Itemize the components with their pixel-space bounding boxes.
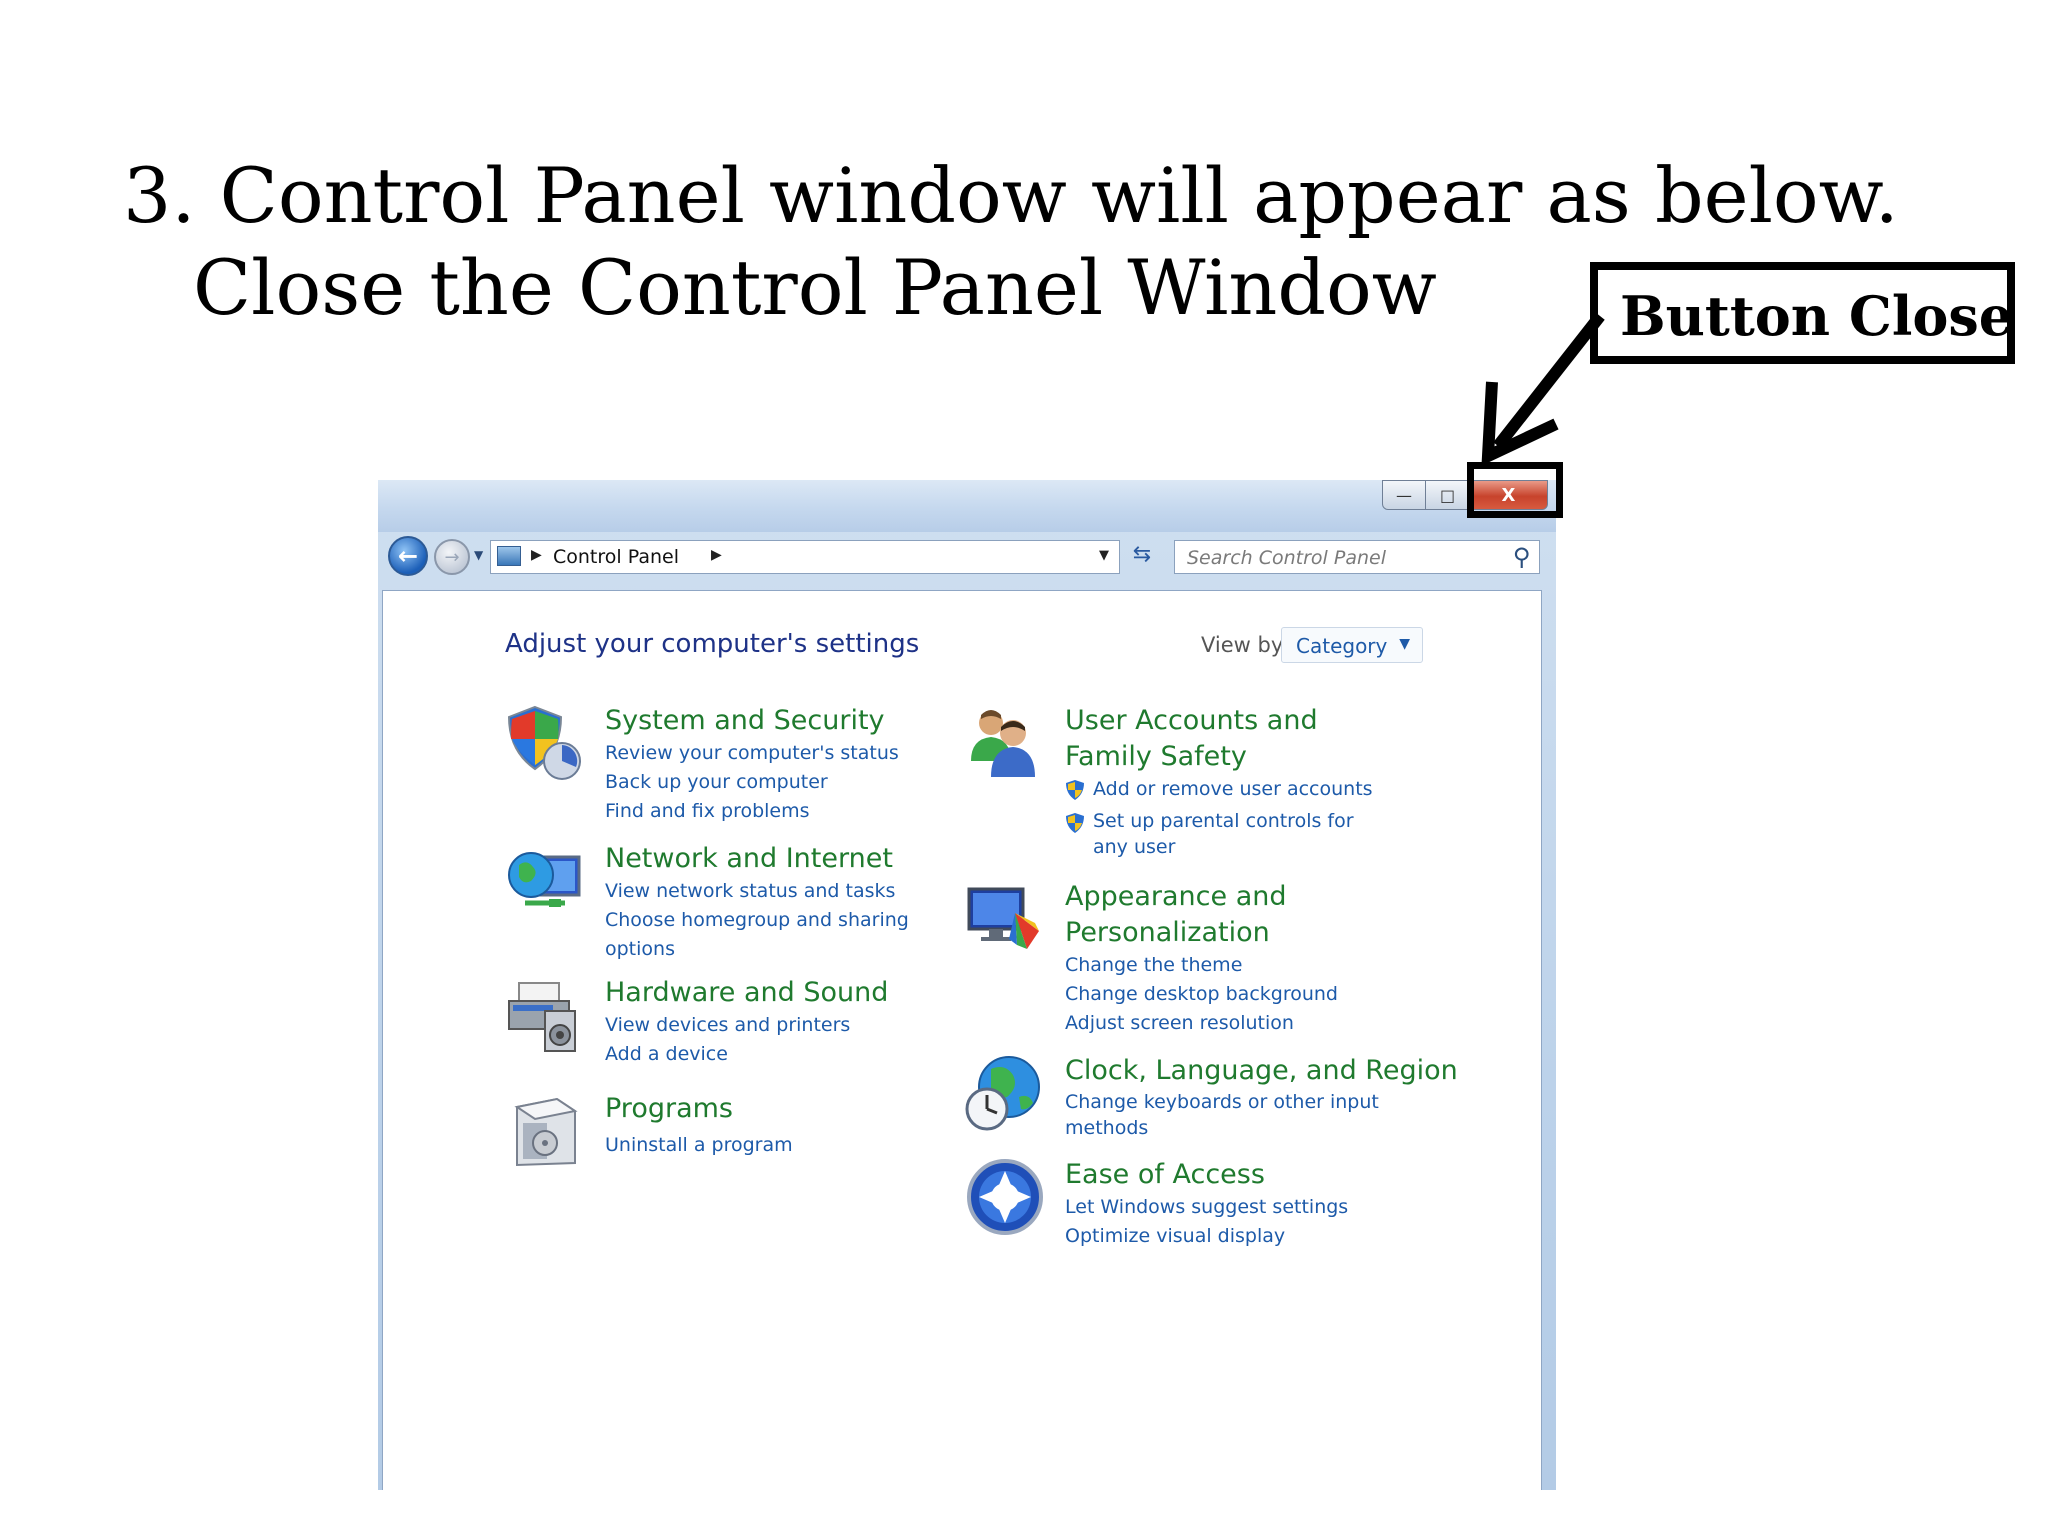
chevron-down-icon: ▼ bbox=[474, 548, 484, 562]
link-optimize-display[interactable]: Optimize visual display bbox=[1065, 1222, 1348, 1251]
category-title-network-internet[interactable]: Network and Internet bbox=[605, 841, 915, 877]
view-by-value: Category bbox=[1296, 634, 1388, 658]
breadcrumb-chevron-icon[interactable]: ▶ bbox=[711, 547, 722, 563]
search-box: ⚲ bbox=[1174, 540, 1540, 574]
page-title: Adjust your computer's settings bbox=[505, 629, 920, 659]
breadcrumb-separator-icon[interactable]: ▶ bbox=[531, 547, 542, 563]
uac-shield-icon bbox=[1066, 780, 1084, 800]
category-title-ease-of-access[interactable]: Ease of Access bbox=[1065, 1157, 1348, 1193]
link-desktop-background[interactable]: Change desktop background bbox=[1065, 980, 1338, 1009]
breadcrumb-control-panel[interactable]: Control Panel bbox=[553, 546, 679, 568]
link-parental-controls-text: Set up parental controls for any user bbox=[1093, 810, 1354, 858]
printer-speaker-icon bbox=[508, 982, 576, 1052]
navigation-bar: ← → ▼ ▶ Control Panel ▶ ▼ ⇆ ⚲ bbox=[378, 530, 1556, 576]
arrow-left-icon: ← bbox=[397, 542, 419, 570]
address-bar[interactable]: ▶ Control Panel ▶ ▼ bbox=[490, 540, 1120, 574]
link-uninstall-program[interactable]: Uninstall a program bbox=[605, 1131, 793, 1160]
forward-button[interactable]: → bbox=[434, 539, 470, 575]
globe-clock-icon bbox=[965, 1056, 1040, 1131]
link-windows-suggest[interactable]: Let Windows suggest settings bbox=[1065, 1193, 1348, 1222]
slide-title-line-1: 3. Control Panel window will appear as b… bbox=[123, 151, 1899, 240]
view-by-dropdown[interactable]: Category ▼ bbox=[1281, 627, 1423, 663]
maximize-button[interactable]: □ bbox=[1426, 480, 1470, 510]
back-button[interactable]: ← bbox=[388, 536, 428, 576]
title-bar[interactable]: — □ X bbox=[378, 480, 1556, 532]
link-change-theme[interactable]: Change the theme bbox=[1065, 951, 1338, 980]
category-title-programs[interactable]: Programs bbox=[605, 1091, 793, 1127]
users-icon bbox=[971, 710, 1035, 777]
search-icon[interactable]: ⚲ bbox=[1513, 543, 1531, 571]
link-change-keyboards[interactable]: Change keyboards or other input methods bbox=[1065, 1089, 1385, 1141]
control-panel-icon bbox=[497, 546, 521, 566]
chevron-down-icon: ▼ bbox=[1399, 636, 1410, 652]
link-parental-controls[interactable]: Set up parental controls for any user bbox=[1065, 808, 1393, 860]
minimize-button[interactable]: — bbox=[1382, 480, 1426, 510]
category-title-hardware-sound[interactable]: Hardware and Sound bbox=[605, 975, 888, 1011]
search-input[interactable] bbox=[1185, 545, 1489, 571]
arrow-right-icon: → bbox=[444, 546, 460, 568]
category-title-user-accounts[interactable]: User Accounts and Family Safety bbox=[1065, 703, 1385, 775]
button-close-callout: Button Close bbox=[1590, 262, 2015, 364]
maximize-icon: □ bbox=[1439, 485, 1456, 505]
programs-box-icon bbox=[514, 1097, 578, 1167]
control-panel-window: — □ X ← → ▼ ▶ Control Panel ▶ ▼ ⇆ ⚲ Adju… bbox=[378, 480, 1556, 1490]
link-fix-problems[interactable]: Find and fix problems bbox=[605, 797, 899, 826]
shield-icon bbox=[507, 705, 581, 780]
link-network-status[interactable]: View network status and tasks bbox=[605, 877, 915, 906]
refresh-icon: ⇆ bbox=[1132, 542, 1152, 567]
link-add-device[interactable]: Add a device bbox=[605, 1040, 888, 1069]
callout-label: Button Close bbox=[1620, 284, 2014, 348]
link-backup[interactable]: Back up your computer bbox=[605, 768, 899, 797]
content-pane: Adjust your computer's settings View by:… bbox=[382, 590, 1542, 1490]
ease-of-access-icon bbox=[967, 1159, 1043, 1235]
minimize-icon: — bbox=[1396, 485, 1412, 505]
close-button-highlight bbox=[1467, 462, 1563, 518]
address-dropdown-icon[interactable]: ▼ bbox=[1099, 548, 1109, 563]
refresh-button[interactable]: ⇆ bbox=[1126, 542, 1158, 572]
category-title-clock-language[interactable]: Clock, Language, and Region bbox=[1065, 1053, 1458, 1089]
link-screen-resolution[interactable]: Adjust screen resolution bbox=[1065, 1009, 1338, 1038]
view-by-label: View by: bbox=[1201, 633, 1289, 657]
link-devices-printers[interactable]: View devices and printers bbox=[605, 1011, 888, 1040]
link-review-status[interactable]: Review your computer's status bbox=[605, 739, 899, 768]
uac-shield-icon bbox=[1066, 813, 1084, 833]
category-title-system-security[interactable]: System and Security bbox=[605, 703, 899, 739]
recent-pages-dropdown[interactable]: ▼ bbox=[474, 548, 483, 562]
link-add-remove-accounts[interactable]: Add or remove user accounts bbox=[1065, 775, 1393, 804]
link-homegroup[interactable]: Choose homegroup and sharing options bbox=[605, 906, 915, 964]
category-title-appearance[interactable]: Appearance and Personalization bbox=[1065, 879, 1305, 951]
link-add-remove-accounts-text: Add or remove user accounts bbox=[1093, 778, 1373, 800]
monitor-palette-icon bbox=[967, 887, 1039, 949]
globe-network-icon bbox=[508, 852, 581, 907]
